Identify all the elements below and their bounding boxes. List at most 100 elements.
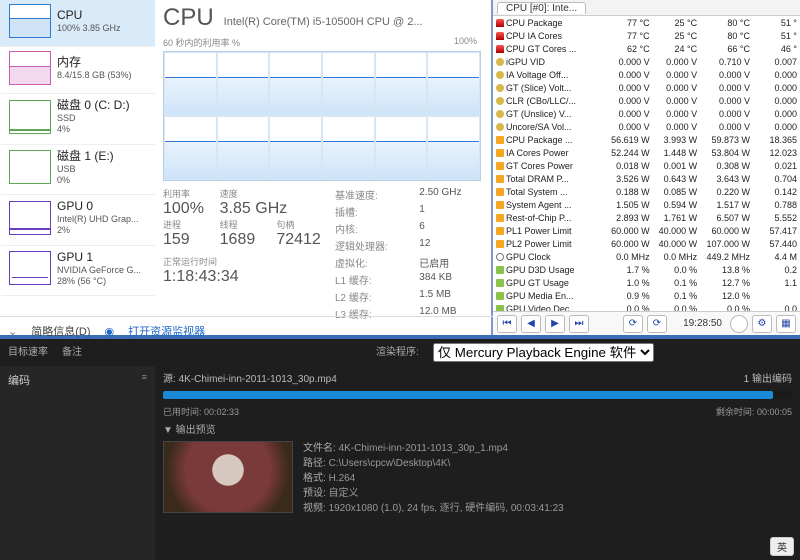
hw-row[interactable]: GPU D3D Usage1.7 %0.0 %13.8 %0.2 bbox=[493, 263, 800, 276]
ime-indicator[interactable]: 英 bbox=[770, 537, 794, 556]
tm-card-disk1[interactable]: 磁盘 1 (E:) USB0% bbox=[0, 145, 155, 196]
refresh-button[interactable]: ⟳ bbox=[623, 315, 643, 333]
refresh2-button[interactable]: ⟳ bbox=[647, 315, 667, 333]
pwr-icon bbox=[496, 136, 504, 144]
pwr-icon bbox=[496, 149, 504, 157]
task-manager-panel: CPU 100% 3.85 GHz 内存 8.4/15.8 GB (53%) 磁… bbox=[0, 0, 493, 335]
pwr-icon bbox=[496, 214, 504, 222]
hw-row[interactable]: GPU Media En...0.9 %0.1 %12.0 % bbox=[493, 289, 800, 302]
stat-val: 6 bbox=[419, 221, 481, 236]
hw-row[interactable]: CLR (CBo/LLC/...0.000 V0.000 V0.000 V0.0… bbox=[493, 94, 800, 107]
volt-icon bbox=[496, 71, 504, 79]
hw-row[interactable]: CPU GT Cores ...62 °C24 °C66 °C46 ° bbox=[493, 42, 800, 55]
hw-row[interactable]: Total DRAM P...3.526 W0.643 W3.643 W0.70… bbox=[493, 172, 800, 185]
volt-icon bbox=[496, 84, 504, 92]
stat-key: 基准速度: bbox=[335, 187, 407, 202]
collapse-icon[interactable]: ⌄ bbox=[8, 325, 17, 338]
hwinfo-panel: CPU [#0]: Inte... CPU Package77 °C25 °C8… bbox=[493, 0, 800, 335]
spark-disk1 bbox=[9, 150, 51, 184]
stat-key: 内核: bbox=[335, 221, 407, 236]
val-handle: 72412 bbox=[276, 231, 323, 249]
hw-row[interactable]: Total System ...0.188 W0.085 W0.220 W0.1… bbox=[493, 185, 800, 198]
hw-row[interactable]: iGPU VID0.000 V0.000 V0.710 V0.007 bbox=[493, 55, 800, 68]
tm-title: CPU bbox=[163, 4, 214, 32]
render-engine-select[interactable]: 仅 Mercury Playback Engine 软件 bbox=[433, 343, 654, 362]
val-thread: 1689 bbox=[220, 231, 267, 249]
tm-card-cpu[interactable]: CPU 100% 3.85 GHz bbox=[0, 0, 155, 47]
hw-row[interactable]: GPU GT Usage1.0 %0.1 %12.7 %1.1 bbox=[493, 276, 800, 289]
settings-button[interactable]: ⚙ bbox=[752, 315, 772, 333]
hw-row[interactable]: IA Voltage Off...0.000 V0.000 V0.000 V0.… bbox=[493, 68, 800, 81]
stat-val: 2.50 GHz bbox=[419, 187, 481, 202]
hw-row[interactable]: CPU IA Cores77 °C25 °C80 °C51 ° bbox=[493, 29, 800, 42]
tab-notes[interactable]: 备注 bbox=[62, 343, 82, 362]
output-preview-header[interactable]: ▼ 输出预览 bbox=[163, 421, 792, 436]
pwr-icon bbox=[496, 175, 504, 183]
tab-targetrate[interactable]: 目标速率 bbox=[8, 343, 48, 362]
tm-card-disk0[interactable]: 磁盘 0 (C: D:) SSD4% bbox=[0, 94, 155, 145]
tm-footer: ⌄ 简略信息(D) ◉ 打开资源监视器 bbox=[0, 316, 493, 345]
val-proc: 159 bbox=[163, 231, 210, 249]
clock-icon[interactable] bbox=[730, 315, 748, 333]
hw-row[interactable]: System Agent ...1.505 W0.594 W1.517 W0.7… bbox=[493, 198, 800, 211]
hw-row[interactable]: PL2 Power Limit60.000 W40.000 W107.000 W… bbox=[493, 237, 800, 250]
hw-row[interactable]: GPU Video Dec...0.0 %0.0 %0.0 %0.0 bbox=[493, 302, 800, 311]
hw-row[interactable]: Rest-of-Chip P...2.893 W1.761 W6.507 W5.… bbox=[493, 211, 800, 224]
tm-graph-caption: 60 秒内的利用率 % bbox=[163, 36, 240, 49]
hw-row[interactable]: GT (Slice) Volt...0.000 V0.000 V0.000 V0… bbox=[493, 81, 800, 94]
pwr-icon bbox=[496, 162, 504, 170]
export-button[interactable]: ▦ bbox=[776, 315, 796, 333]
nav-last-button[interactable]: ⏭ bbox=[569, 315, 589, 333]
encode-title: 编码 bbox=[8, 375, 30, 387]
lbl-proc: 进程 bbox=[163, 218, 210, 231]
hwinfo-table[interactable]: CPU Package77 °C25 °C80 °C51 °CPU IA Cor… bbox=[493, 16, 800, 311]
hwinfo-time: 19:28:50 bbox=[679, 318, 726, 329]
lbl-thread: 线程 bbox=[220, 218, 267, 231]
nav-prev-button[interactable]: ◀ bbox=[521, 315, 541, 333]
hw-row[interactable]: IA Cores Power52.244 W1.448 W53.804 W12.… bbox=[493, 146, 800, 159]
tm-sidebar: CPU 100% 3.85 GHz 内存 8.4/15.8 GB (53%) 磁… bbox=[0, 0, 155, 335]
hw-row[interactable]: Uncore/SA Vol...0.000 V0.000 V0.000 V0.0… bbox=[493, 120, 800, 133]
hw-row[interactable]: CPU Package77 °C25 °C80 °C51 ° bbox=[493, 16, 800, 29]
volt-icon bbox=[496, 123, 504, 131]
usg-icon bbox=[496, 279, 504, 287]
val-speed: 3.85 GHz bbox=[220, 200, 323, 218]
brief-info-link[interactable]: 简略信息(D) bbox=[31, 323, 90, 339]
remaining-time: 剩余时间: 00:00:05 bbox=[716, 405, 792, 418]
val-util: 100% bbox=[163, 200, 210, 218]
temp-icon bbox=[496, 19, 504, 27]
temp-icon bbox=[496, 32, 504, 40]
nav-next-button[interactable]: ▶ bbox=[545, 315, 565, 333]
panel-menu-icon[interactable]: ≡ bbox=[142, 372, 147, 382]
media-encoder-panel: 目标速率 备注 渲染程序: 仅 Mercury Playback Engine … bbox=[0, 335, 800, 560]
hw-row[interactable]: CPU Package ...56.619 W3.993 W59.873 W18… bbox=[493, 133, 800, 146]
preview-thumbnail[interactable] bbox=[163, 441, 293, 513]
stat-key: 逻辑处理器: bbox=[335, 238, 407, 253]
lbl-handle: 句柄 bbox=[276, 218, 323, 231]
output-count: 1 输出编码 bbox=[744, 370, 792, 385]
tm-card-mem[interactable]: 内存 8.4/15.8 GB (53%) bbox=[0, 47, 155, 94]
stat-val: 1.5 MB bbox=[419, 289, 481, 304]
pwr-icon bbox=[496, 227, 504, 235]
tm-per-core-graph[interactable] bbox=[163, 51, 481, 181]
elapsed-time: 已用时间: 00:02:33 bbox=[163, 405, 239, 418]
encode-progress[interactable] bbox=[163, 391, 792, 399]
val-uptime: 1:18:43:34 bbox=[163, 268, 323, 286]
hwinfo-tab-cpu[interactable]: CPU [#0]: Inte... bbox=[497, 2, 586, 14]
lbl-uptime: 正常运行时间 bbox=[163, 255, 323, 268]
stat-val: 384 KB bbox=[419, 272, 481, 287]
hw-row[interactable]: PL1 Power Limit60.000 W40.000 W60.000 W5… bbox=[493, 224, 800, 237]
tm-card-gpu0[interactable]: GPU 0 Intel(R) UHD Grap...2% bbox=[0, 195, 155, 246]
hwinfo-tabs[interactable]: CPU [#0]: Inte... bbox=[493, 0, 800, 16]
nav-first-button[interactable]: ⏮ bbox=[497, 315, 517, 333]
resource-monitor-icon: ◉ bbox=[105, 325, 115, 338]
hw-row[interactable]: GT Cores Power0.018 W0.001 W0.308 W0.021 bbox=[493, 159, 800, 172]
tm-stats-right: 基准速度:2.50 GHz插槽:1内核:6逻辑处理器:12虚拟化:已启用L1 缓… bbox=[323, 187, 481, 321]
tm-card-gpu1[interactable]: GPU 1 NVIDIA GeForce G...28% (56 °C) bbox=[0, 246, 155, 297]
pwr-icon bbox=[496, 201, 504, 209]
hw-row[interactable]: GPU Clock0.0 MHz0.0 MHz449.2 MHz4.4 M bbox=[493, 250, 800, 263]
open-resource-monitor-link[interactable]: 打开资源监视器 bbox=[128, 323, 205, 339]
usg-icon bbox=[496, 292, 504, 300]
lbl-speed: 速度 bbox=[220, 187, 267, 200]
hw-row[interactable]: GT (Unslice) V...0.000 V0.000 V0.000 V0.… bbox=[493, 107, 800, 120]
